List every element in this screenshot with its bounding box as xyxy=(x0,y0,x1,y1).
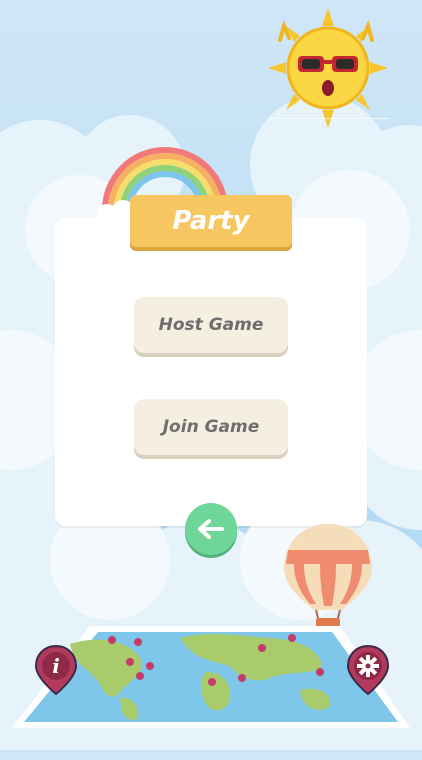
sun-mascot xyxy=(268,8,388,128)
game-scene: Party Host Game Join Game i xyxy=(0,0,422,750)
info-button[interactable]: i xyxy=(34,644,78,698)
settings-button[interactable] xyxy=(346,644,390,698)
back-button[interactable] xyxy=(185,503,237,555)
divider-line xyxy=(268,118,390,119)
join-game-label: Join Game xyxy=(162,417,260,437)
info-icon: i xyxy=(52,654,60,678)
page-title: Party xyxy=(172,206,250,236)
party-panel xyxy=(55,218,367,526)
host-game-button[interactable]: Host Game xyxy=(134,297,288,353)
hot-air-balloon xyxy=(284,524,372,630)
join-game-button[interactable]: Join Game xyxy=(134,399,288,455)
host-game-label: Host Game xyxy=(158,315,264,335)
title-banner: Party xyxy=(130,195,292,247)
arrow-left-icon xyxy=(198,519,224,539)
